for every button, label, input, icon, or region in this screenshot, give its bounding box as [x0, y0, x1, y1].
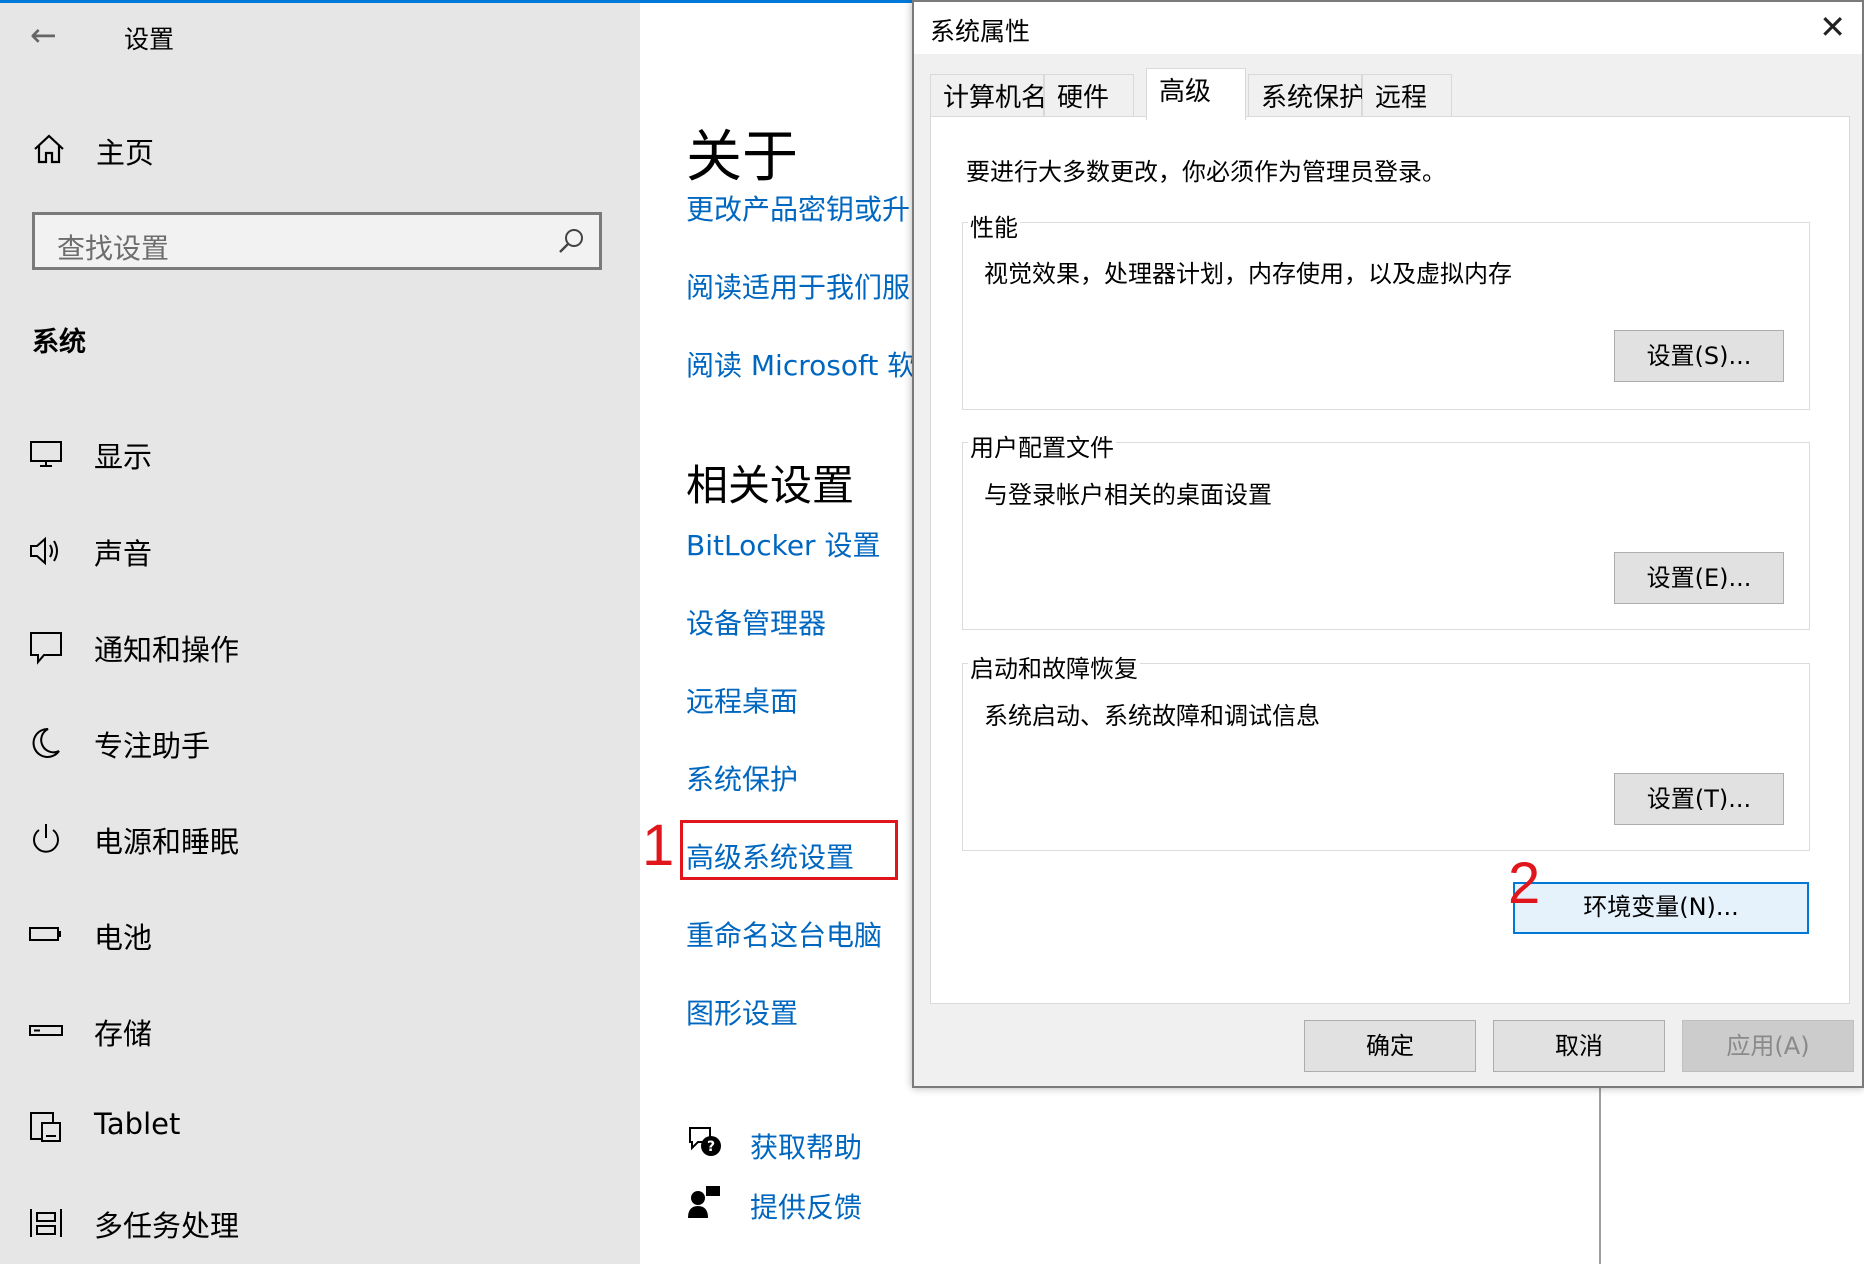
- sidebar-item-multitasking[interactable]: 多任务处理: [28, 1195, 588, 1251]
- startup-recovery-description: 系统启动、系统故障和调试信息: [984, 702, 1320, 730]
- link-rename-pc[interactable]: 重命名这台电脑: [686, 914, 882, 954]
- battery-icon: [29, 927, 61, 941]
- sidebar-item-label: 电池: [94, 921, 153, 955]
- speaker-icon: [30, 536, 58, 566]
- feedback-person-icon: [688, 1186, 720, 1218]
- admin-notice: 要进行大多数更改，你必须作为管理员登录。: [966, 158, 1446, 186]
- sidebar-item-label: 显示: [94, 440, 153, 474]
- content-divider: [1599, 1086, 1601, 1264]
- sidebar-item-tablet[interactable]: Tablet: [28, 1099, 588, 1155]
- sidebar-item-label: 多任务处理: [94, 1209, 240, 1243]
- sidebar-item-home[interactable]: 主页: [32, 128, 532, 176]
- tab-remote[interactable]: 远程: [1362, 74, 1452, 118]
- sidebar-item-label: 存储: [94, 1017, 153, 1051]
- apply-button: 应用(A): [1682, 1020, 1854, 1072]
- sidebar-item-battery[interactable]: 电池: [28, 907, 588, 963]
- performance-settings-button[interactable]: 设置(S)...: [1614, 330, 1784, 382]
- dialog-titlebar[interactable]: [914, 2, 1862, 54]
- sidebar-item-label: 通知和操作: [94, 633, 240, 667]
- annotation-number-2: 2: [1508, 851, 1541, 916]
- link-change-product-key[interactable]: 更改产品密钥或升: [686, 188, 912, 228]
- about-heading: 关于: [686, 125, 798, 190]
- tab-computer-name[interactable]: 计算机名: [930, 74, 1047, 118]
- related-settings-heading: 相关设置: [686, 461, 855, 510]
- search-icon: [559, 229, 583, 253]
- user-profiles-description: 与登录帐户相关的桌面设置: [984, 481, 1272, 509]
- sidebar-item-label: Tablet: [94, 1107, 181, 1141]
- link-system-protection[interactable]: 系统保护: [686, 758, 798, 798]
- group-label-user-profiles: 用户配置文件: [968, 428, 1116, 463]
- link-remote-desktop[interactable]: 远程桌面: [686, 680, 798, 720]
- help-chat-icon: ?: [689, 1127, 721, 1156]
- link-give-feedback[interactable]: 提供反馈: [750, 1186, 862, 1226]
- annotation-number-1: 1: [642, 813, 675, 878]
- svg-text:?: ?: [707, 1139, 715, 1155]
- sidebar-item-sound[interactable]: 声音: [28, 523, 588, 579]
- startup-recovery-settings-button[interactable]: 设置(T)...: [1614, 773, 1784, 825]
- link-graphics-settings[interactable]: 图形设置: [686, 992, 798, 1032]
- storage-icon: [29, 1025, 63, 1036]
- notification-icon: [30, 632, 62, 665]
- cancel-button[interactable]: 取消: [1493, 1020, 1665, 1072]
- system-properties-dialog: 系统属性 ✕ 计算机名 硬件 高级 系统保护 远程 要进行大多数更改，你必须作为…: [912, 0, 1864, 1088]
- annotation-highlight-box: [680, 820, 898, 880]
- close-icon[interactable]: ✕: [1819, 8, 1846, 46]
- environment-variables-button[interactable]: 环境变量(N)...: [1513, 882, 1809, 934]
- user-profiles-settings-button[interactable]: 设置(E)...: [1614, 552, 1784, 604]
- link-device-manager[interactable]: 设备管理器: [686, 602, 826, 642]
- sidebar-item-power-sleep[interactable]: 电源和睡眠: [28, 811, 588, 867]
- dialog-title: 系统属性: [930, 17, 1031, 46]
- link-get-help[interactable]: 获取帮助: [750, 1126, 862, 1166]
- moon-icon: [32, 727, 60, 758]
- sidebar-item-storage[interactable]: 存储: [28, 1003, 588, 1059]
- tab-advanced[interactable]: 高级: [1146, 68, 1246, 120]
- tab-hardware[interactable]: 硬件: [1044, 74, 1134, 118]
- performance-description: 视觉效果，处理器计划，内存使用，以及虚拟内存: [984, 260, 1512, 288]
- tab-system-protection[interactable]: 系统保护: [1248, 74, 1365, 118]
- search-placeholder: 查找设置: [57, 232, 170, 265]
- link-bitlocker[interactable]: BitLocker 设置: [686, 524, 880, 564]
- sidebar-item-label: 声音: [94, 537, 153, 571]
- back-arrow-icon[interactable]: ←: [30, 16, 57, 54]
- ok-button[interactable]: 确定: [1304, 1020, 1476, 1072]
- sidebar-item-label: 主页: [96, 136, 155, 170]
- search-input[interactable]: 查找设置: [32, 212, 602, 270]
- sidebar-item-notifications[interactable]: 通知和操作: [28, 619, 588, 675]
- link-microsoft-license[interactable]: 阅读 Microsoft 软件: [686, 344, 912, 384]
- group-label-startup-recovery: 启动和故障恢复: [968, 649, 1140, 684]
- section-title-system: 系统: [32, 327, 86, 358]
- sidebar-item-label: 电源和睡眠: [94, 825, 240, 859]
- group-label-performance: 性能: [968, 208, 1020, 243]
- display-icon: [30, 441, 62, 467]
- tablet-icon: [30, 1112, 61, 1142]
- power-icon: [33, 824, 59, 853]
- home-icon: [34, 134, 64, 164]
- sidebar-item-focus-assist[interactable]: 专注助手: [28, 715, 588, 771]
- sidebar-item-display[interactable]: 显示: [28, 426, 588, 482]
- settings-window-title: 设置: [124, 25, 175, 54]
- multitask-icon: [30, 1209, 62, 1237]
- link-service-agreement[interactable]: 阅读适用于我们服: [686, 266, 912, 306]
- window-accent-border: [0, 0, 912, 3]
- sidebar-item-label: 专注助手: [94, 729, 211, 763]
